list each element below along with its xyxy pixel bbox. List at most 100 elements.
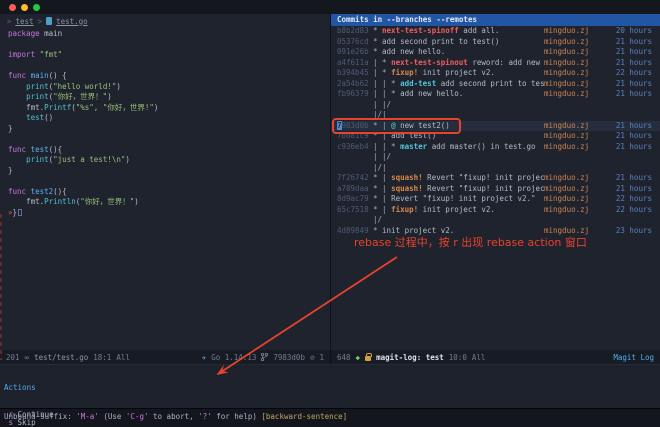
code-line[interactable]: } [8,124,330,135]
commit-row[interactable]: fb96379| | * add new hello.mingduo.zj21 … [331,89,660,100]
code-line[interactable]: print("just a test!\n") [8,155,330,166]
commit-row[interactable]: b394b45| * fixup! init project v2.mingdu… [331,68,660,79]
commit-time [606,100,660,111]
breadcrumb-folder[interactable]: test [16,17,34,26]
editor-cursor [18,209,22,216]
code-line[interactable]: »} [8,208,330,219]
commit-message: * add second print to test() [373,37,544,48]
commit-hash [337,215,373,226]
commit-message: |/ [373,215,544,226]
commit-time: 23 hours [606,226,660,237]
maximize-button[interactable] [33,4,40,11]
code-line[interactable]: func test(){ [8,145,330,156]
commit-time: 21 hours [606,47,660,58]
graph-row[interactable]: | |/ [331,100,660,111]
graph-row[interactable]: | |/ [331,152,660,163]
commit-time [606,215,660,226]
commit-time: 22 hours [606,194,660,205]
commit-author: mingduo.zj [544,37,606,48]
commit-author: mingduo.zj [544,205,606,216]
commit-time: 20 hours [606,26,660,37]
commit-time [606,163,660,174]
commit-row[interactable]: a4f611a| * next-test-spinout reword: add… [331,58,660,69]
commit-author: mingduo.zj [544,121,606,132]
code-line[interactable]: print("hello world!") [8,82,330,93]
breadcrumb: > test > test.go [0,14,330,28]
code-line[interactable]: func main() { [8,71,330,82]
buffer-name: test/test.go [34,353,88,362]
code-editor[interactable]: package main import "fmt" func main() { pr… [0,28,330,218]
graph-row[interactable]: |/| [331,163,660,174]
commit-row[interactable]: 7bd81c9* | add test()mingduo.zj21 hours [331,131,660,142]
minimize-button[interactable] [21,4,28,11]
code-line[interactable] [8,176,330,187]
graph-row[interactable]: |/ [331,215,660,226]
commit-row[interactable]: 8d9ac79* | Revert "fixup! init project v… [331,194,660,205]
code-line[interactable] [8,61,330,72]
commit-time [606,152,660,163]
cursor-position: 10:0 [449,353,467,362]
commit-author [544,163,606,174]
commit-row[interactable]: a789daa* | squash! Revert "fixup! init p… [331,184,660,195]
echo-area: Unbound suffix: 'M-a' (Use 'C-g' to abor… [0,408,660,427]
commit-row[interactable]: 091e26b* add new hello.mingduo.zj21 hour… [331,47,660,58]
commit-time: 21 hours [606,131,660,142]
commit-hash: 091e26b [337,47,373,58]
commit-author: mingduo.zj [544,194,606,205]
commit-hash: fb96379 [337,89,373,100]
editor-pane: > test > test.go package main import "fmt… [0,14,330,350]
magit-pane: Commits in --branches --remotes b8b2d83*… [330,14,660,350]
commit-row[interactable]: 05376cd* add second print to test()mingd… [331,37,660,48]
commit-row[interactable]: 7983d0b* | @ new test2()mingduo.zj21 hou… [331,121,660,132]
code-line[interactable] [8,134,330,145]
commit-hash: 7983d0b [337,121,373,132]
commit-message: | | * master add master() in test.go [373,142,544,153]
titlebar [0,0,660,14]
breadcrumb-file[interactable]: test.go [56,17,88,26]
commit-time [606,110,660,121]
magit-log-list: b8b2d83* next-test-spinoff add all.mingd… [331,26,660,236]
graph-row[interactable]: |/| [331,110,660,121]
fringe-indicator [0,214,2,360]
buffer-state-icon: ◆ [356,353,361,362]
code-line[interactable]: func test2(){ [8,187,330,198]
commit-row[interactable]: 2a54b62| | * add-test add second print t… [331,79,660,90]
code-line[interactable]: package main [8,29,330,40]
code-line[interactable]: import "fmt" [8,50,330,61]
commit-hash [337,100,373,111]
code-line[interactable]: test() [8,113,330,124]
major-mode-label: Magit Log [613,353,654,362]
commit-time: 21 hours [606,184,660,195]
commit-hash: 05376cd [337,37,373,48]
transient-popup: Actions r Continue s Skip e Edit a Abort [0,364,660,408]
error-count: 1 [319,353,324,362]
error-icon: ⊘ [310,353,315,362]
commit-row[interactable]: b8b2d83* next-test-spinoff add all.mingd… [331,26,660,37]
close-button[interactable] [9,4,16,11]
modeline-magit: 648 ◆ magit-log: test 10:0 All Magit Log [330,350,660,364]
scroll-indicator: All [472,353,486,362]
magit-section-header[interactable]: Commits in --branches --remotes [331,14,660,26]
major-mode-label: Go 1.14.13 [211,353,256,362]
code-line[interactable]: fmt.Println("你好，世界！") [8,197,330,208]
code-line[interactable]: } [8,166,330,177]
commit-hash: 2a54b62 [337,79,373,90]
code-line[interactable]: print("你好，世界！") [8,92,330,103]
code-line[interactable] [8,40,330,51]
commit-author: mingduo.zj [544,68,606,79]
git-branch-icon [261,353,268,361]
commit-hash: a789daa [337,184,373,195]
commit-author: mingduo.zj [544,173,606,184]
commit-row[interactable]: 7f26742* | squash! Revert "fixup! init p… [331,173,660,184]
code-line[interactable]: fmt.Printf("%s", "你好，世界!") [8,103,330,114]
commit-message: |/| [373,163,544,174]
commit-hash: 7f26742 [337,173,373,184]
commit-row[interactable]: 65c7518* | fixup! init project v2.mingdu… [331,205,660,216]
commit-hash [337,163,373,174]
commit-message: | |/ [373,152,544,163]
cursor-position: 18:1 [93,353,111,362]
commit-message: * | Revert "fixup! init project v2." [373,194,544,205]
commit-hash: a4f611a [337,58,373,69]
commit-row[interactable]: c936eb4| | * master add master() in test… [331,142,660,153]
commit-message: * | fixup! init project v2. [373,205,544,216]
